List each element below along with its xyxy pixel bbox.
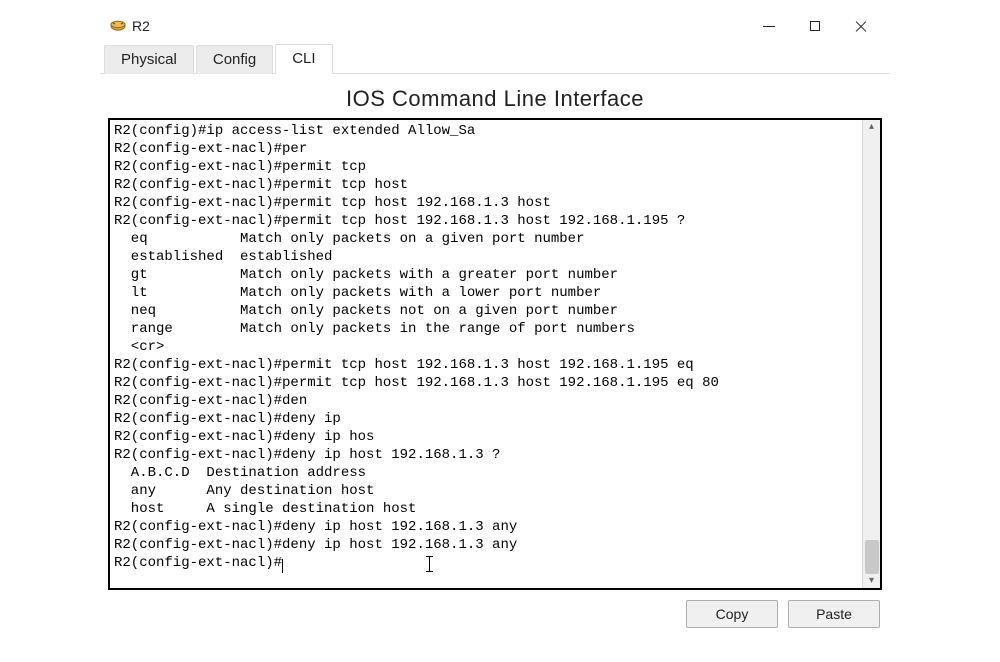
tab-physical[interactable]: Physical [104,45,194,74]
copy-button[interactable]: Copy [686,600,778,628]
button-row: Copy Paste [108,590,882,628]
router-icon [110,18,126,34]
pane-title: IOS Command Line Interface [108,86,882,112]
scroll-up-icon[interactable]: ▴ [869,122,874,132]
tab-config[interactable]: Config [196,45,273,74]
scroll-thumb[interactable] [865,540,879,574]
scroll-down-icon[interactable]: ▾ [869,576,874,586]
text-caret [282,559,283,573]
tab-cli[interactable]: CLI [275,44,332,74]
titlebar[interactable]: R2 [100,10,890,42]
minimize-button[interactable] [746,12,792,40]
ibeam-cursor-icon [426,556,434,572]
cli-terminal[interactable]: R2(config)#ip access-list extended Allow… [110,120,862,588]
close-button[interactable] [838,12,884,40]
terminal-container: R2(config)#ip access-list extended Allow… [108,118,882,590]
cli-pane: IOS Command Line Interface R2(config)#ip… [100,74,890,636]
vertical-scrollbar[interactable]: ▴ ▾ [862,120,880,588]
app-window: R2 Physical Config CLI IOS Command Line … [100,10,890,636]
window-title: R2 [132,18,150,34]
paste-button[interactable]: Paste [788,600,880,628]
tab-bar: Physical Config CLI [100,42,890,74]
maximize-button[interactable] [792,12,838,40]
